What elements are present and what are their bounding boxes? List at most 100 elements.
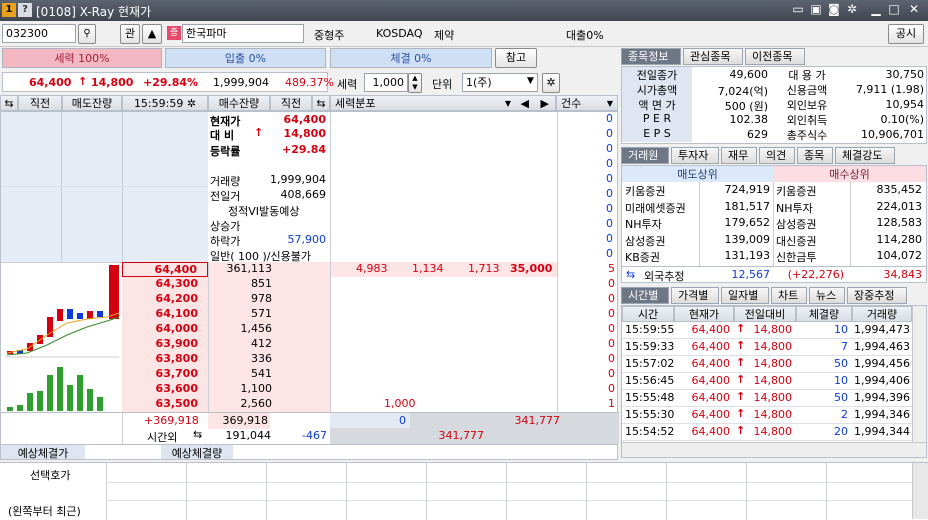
reference-button[interactable]: 참고 [495,48,537,68]
grid-line [622,372,912,373]
ask-row[interactable]: 64,000 1,456 0 [122,322,617,337]
settings-icon[interactable]: ✲ [542,73,560,93]
tab-broker-2[interactable]: 재무 [721,147,757,164]
total-volume: 1,999,904 [213,76,269,89]
ask-price-cell[interactable]: 64,300 [122,277,208,292]
chevron-down-icon[interactable]: ▼ [607,96,613,111]
bid-price: 63,700 [155,367,198,380]
tab-broker-3[interactable]: 의견 [759,147,795,164]
camera-icon[interactable]: ◙ [826,2,842,16]
minimize-icon[interactable]: ▁ [868,2,884,16]
info-label: 시가총액 [622,82,692,97]
ask-qty-cell: 1,456 [208,322,330,337]
swap-icon[interactable]: ⇆ [193,428,202,441]
help-icon[interactable]: ? [18,3,32,17]
bid-price-cell[interactable]: 63,600 [122,382,208,397]
tab-tick-1[interactable]: 가격별 [671,287,719,304]
bid-price-cell[interactable]: 63,700 [122,367,208,382]
chevron-down-icon[interactable]: ▼ [527,76,534,86]
stepper-icon[interactable]: ▲ ▼ [408,73,422,93]
tab-broker-4[interactable]: 종목 [797,147,833,164]
bid-qty-cell: 2,560 [208,397,330,412]
candle-9 [87,311,93,319]
ask-row[interactable]: 64,300 851 0 [122,277,617,292]
total-dist-1: 0 [399,414,406,427]
gear-icon[interactable]: ✲ [844,2,860,16]
dist-value: 1,000 [384,397,416,410]
notice-button[interactable]: 공시 [888,24,924,44]
selected-quote-panel: 선택호가 (왼쪽부터 최근) [0,462,928,520]
distribution-select[interactable]: 세력분포 ▼ ◀ ▶ [330,95,556,111]
tick-time: 15:55:30 [625,408,675,421]
stock-code-input[interactable]: 032300 [2,24,76,43]
tab-info-1[interactable]: 관심종목 [683,48,743,65]
scroll-right-icon[interactable]: ⇆ [312,95,330,111]
ask-price-cell[interactable]: 64,200 [122,292,208,307]
bid-price-cell[interactable]: 63,500 [122,397,208,412]
bottom-scrollbar[interactable] [912,463,928,519]
sell-broker-name: 삼성증권 [625,234,666,248]
related-button[interactable]: 관 [120,24,140,44]
volume-bar-2 [17,405,23,411]
bid-count: 0 [608,337,615,350]
bid-row[interactable]: 63,500 2,560 1,000 1 [122,397,617,412]
stock-name-field[interactable]: 한국파마 [182,24,304,43]
up-arrow-icon: ↑ [736,373,746,386]
force-input[interactable]: 1,000 [364,73,408,92]
bid-row[interactable]: 63,900 412 0 [122,337,617,352]
bid-price-cell[interactable]: 63,900 [122,337,208,352]
sell-remain-header: 매도잔량 [62,95,122,111]
ask-row[interactable]: 64,400 361,113 4,983 1,134 1,713 35,000 5 [122,262,617,277]
tab-tick-4[interactable]: 뉴스 [809,287,845,304]
info-value: 500 (원) [724,100,768,113]
tab-tick-2[interactable]: 일자별 [721,287,769,304]
bid-row[interactable]: 63,600 1,100 0 [122,382,617,397]
ask-row[interactable]: 64,100 571 0 [122,307,617,322]
up-arrow-icon: ↑ [736,339,746,352]
gear-icon[interactable]: ✲ [187,97,196,110]
window-number-badge: 1 [2,3,16,17]
ask-qty-cell: 571 [208,307,330,322]
search-icon[interactable]: ⚲ [78,24,96,44]
tab-tick-3[interactable]: 차트 [771,287,807,304]
count-select[interactable]: 건수 ▼ [556,95,618,111]
tick-hscrollbar[interactable] [622,442,926,457]
tab-tick-5[interactable]: 장중추정 [847,287,907,304]
volume-bar-10 [97,397,103,411]
stock-badge-icon[interactable]: ▲ [142,24,162,44]
window-icon[interactable]: ▭ [790,2,806,16]
tab-broker-1[interactable]: 투자자 [671,147,719,164]
close-icon[interactable]: ✕ [906,2,922,16]
ask-qty-cell: 851 [208,277,330,292]
ask-price-cell[interactable]: 64,000 [122,322,208,337]
bid-row[interactable]: 63,700 541 0 [122,367,617,382]
info-value-2: 10,906,701 [861,128,924,141]
tick-change: 14,800 [753,357,793,370]
prev-icon[interactable]: ◀ [521,96,529,111]
tab-info-0[interactable]: 종목정보 [621,48,681,65]
bid-row[interactable]: 63,800 336 0 [122,352,617,367]
tab-info-2[interactable]: 이전종목 [745,48,805,65]
sell-top-header: 매도상위 [622,166,773,182]
tab-tick-0[interactable]: 시간별 [621,287,669,304]
sell-broker-name: 키움증권 [625,185,666,198]
swap-icon[interactable]: ⇆ [626,268,635,281]
bid-price-cell[interactable]: 63,800 [122,352,208,367]
ask-price-cell[interactable]: 64,400 [122,262,208,277]
maximize-icon[interactable]: □ [886,2,902,16]
next-icon[interactable]: ▶ [541,96,549,111]
tab-broker-5[interactable]: 체결강도 [835,147,895,164]
grid-line [622,440,912,441]
tab-broker-0[interactable]: 거래원 [621,147,669,164]
tick-qty: 50 [834,391,848,404]
layout-icon[interactable]: ▣ [808,2,824,16]
tick-scrollbar[interactable] [912,306,926,442]
foreign-buy: 34,843 [883,268,923,281]
chevron-down-icon[interactable]: ▼ [505,96,511,111]
ask-row[interactable]: 64,200 978 0 [122,292,617,307]
broker-panel: 매도상위 매수상위 키움증권 724,919 키움증권 835,452 미래에셋증권 18… [621,165,927,283]
buy-broker-name: 신한금투 [776,251,817,264]
scroll-left-icon[interactable]: ⇆ [0,95,18,111]
current-price: 64,400 [29,76,72,89]
ask-price-cell[interactable]: 64,100 [122,307,208,322]
